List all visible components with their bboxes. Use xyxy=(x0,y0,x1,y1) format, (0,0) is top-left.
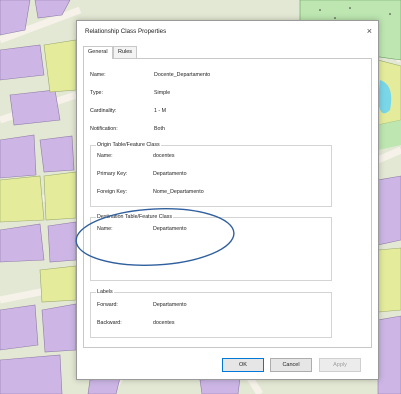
cancel-button[interactable]: Cancel xyxy=(270,358,312,372)
field-label: Primary Key: xyxy=(97,171,128,177)
tab-rules[interactable]: Rules xyxy=(113,46,138,58)
field-label: Notification: xyxy=(90,126,118,132)
field-value: docentes xyxy=(153,320,175,326)
field-label: Backward: xyxy=(97,320,122,326)
field-value: Both xyxy=(154,126,165,132)
close-icon[interactable]: × xyxy=(367,25,372,37)
general-panel: Name: Docente_Departamento Type: Simple … xyxy=(83,58,372,348)
field-value: docentes xyxy=(153,153,175,159)
labels-group: Labels Forward: Departamento Backward: d… xyxy=(90,289,332,338)
field-label: Name: xyxy=(90,72,106,78)
field-label: Name: xyxy=(97,153,113,159)
relationship-properties-dialog: Relationship Class Properties × General … xyxy=(76,20,379,380)
field-label: Cardinality: xyxy=(90,108,117,114)
field-value: Departamento xyxy=(153,171,187,177)
origin-group: Origin Table/Feature Class Name: docente… xyxy=(90,142,332,207)
field-value: Departamento xyxy=(153,302,187,308)
field-label: Foreign Key: xyxy=(97,189,128,195)
origin-group-title: Origin Table/Feature Class xyxy=(96,142,161,148)
tab-general[interactable]: General xyxy=(83,46,113,59)
field-value: 1 - M xyxy=(154,108,167,114)
ok-button[interactable]: OK xyxy=(222,358,264,372)
field-value: Docente_Departamento xyxy=(154,72,211,78)
labels-group-title: Labels xyxy=(96,289,114,295)
apply-button[interactable]: Apply xyxy=(319,358,361,372)
field-label: Forward: xyxy=(97,302,118,308)
dialog-title: Relationship Class Properties xyxy=(85,28,167,35)
field-value: Simple xyxy=(154,90,171,96)
field-label: Type: xyxy=(90,90,103,96)
dialog-titlebar[interactable]: Relationship Class Properties × xyxy=(77,21,378,45)
field-value: Nome_Departamento xyxy=(153,189,204,195)
annotation-ellipse xyxy=(75,208,235,266)
